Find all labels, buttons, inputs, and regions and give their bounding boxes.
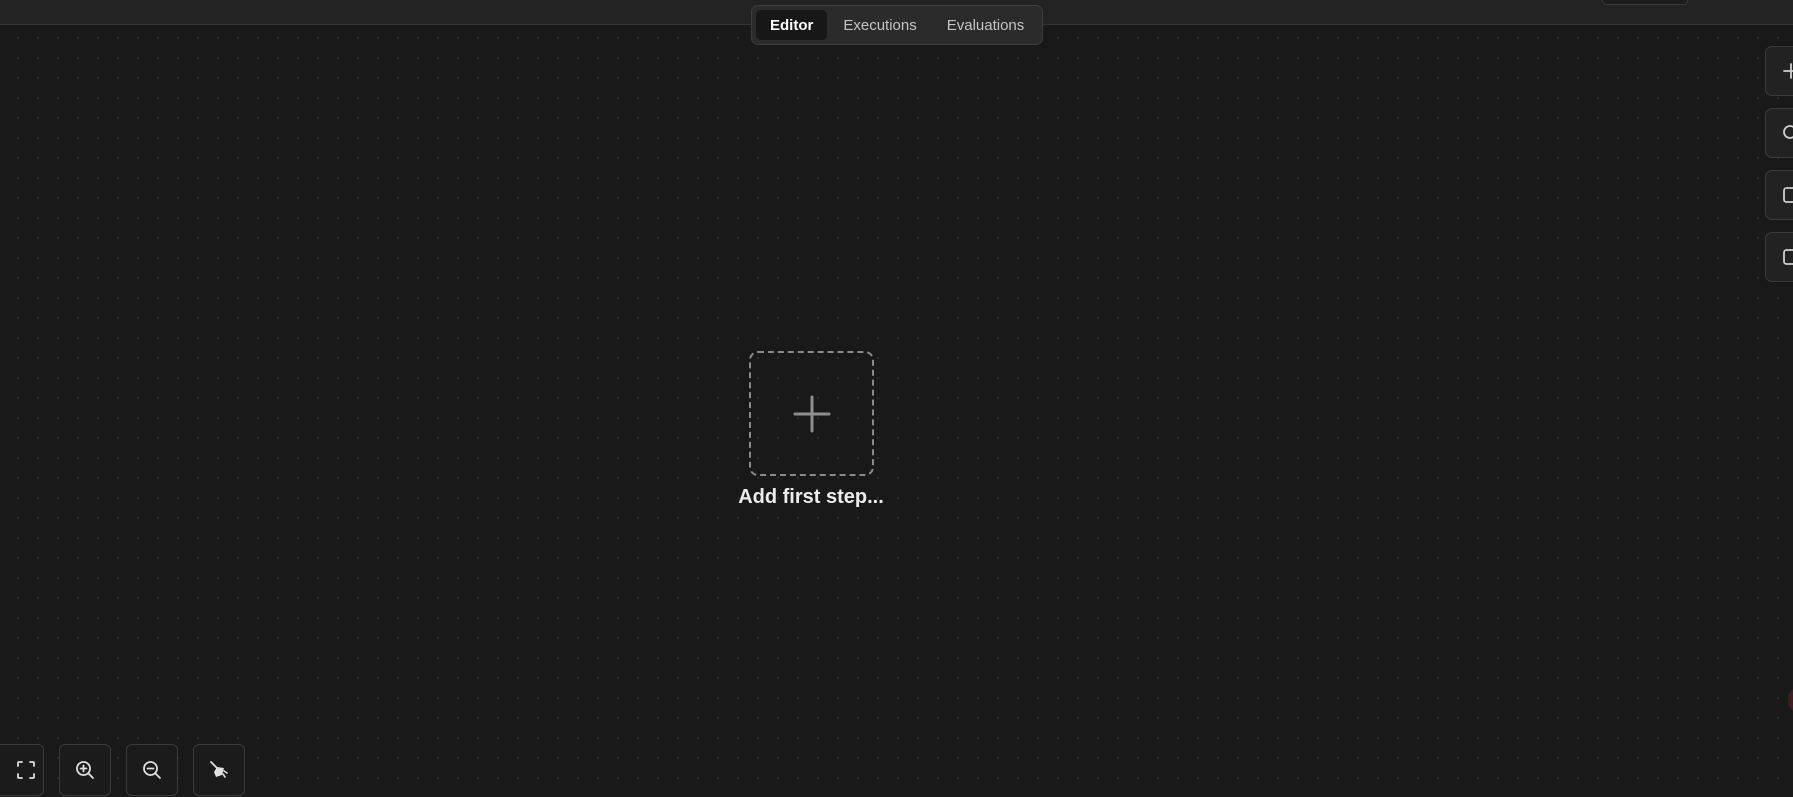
topbar-action-button[interactable] [1602, 0, 1688, 5]
tab-executions[interactable]: Executions [829, 10, 930, 40]
plus-icon [1783, 63, 1793, 79]
tab-evaluations[interactable]: Evaluations [933, 10, 1039, 40]
search-nodes-button[interactable] [1765, 108, 1793, 158]
zoom-out-icon [143, 761, 161, 779]
sticky-note-icon [1783, 187, 1793, 203]
search-icon [1783, 125, 1793, 139]
add-first-step-button[interactable] [749, 351, 874, 476]
tidy-up-button[interactable] [193, 744, 245, 796]
fit-view-button[interactable] [0, 744, 44, 796]
tab-editor[interactable]: Editor [756, 10, 828, 40]
panel-icon [1783, 249, 1793, 265]
add-node-button[interactable] [1765, 46, 1793, 96]
view-tabs: Editor Executions Evaluations [751, 5, 1044, 45]
toggle-panel-button[interactable] [1765, 232, 1793, 282]
plus-icon [793, 395, 830, 432]
zoom-out-button[interactable] [126, 744, 178, 796]
fit-view-icon [17, 761, 35, 779]
add-first-step-label: Add first step... [738, 486, 884, 508]
canvas-controls [0, 744, 245, 796]
tidy-up-icon [210, 761, 228, 778]
zoom-in-button[interactable] [59, 744, 111, 796]
zoom-in-icon [76, 761, 94, 779]
add-sticky-note-button[interactable] [1765, 170, 1793, 220]
right-toolbar [1765, 46, 1793, 282]
workflow-canvas[interactable] [0, 0, 1793, 797]
